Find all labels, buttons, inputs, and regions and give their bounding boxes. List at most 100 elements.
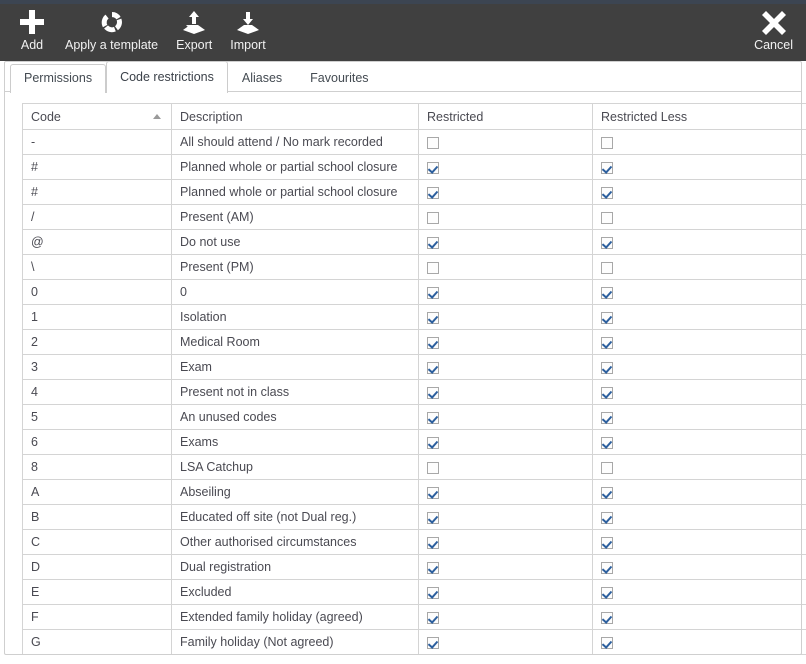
restricted-checkbox[interactable]: [427, 436, 439, 449]
restricted-checkbox[interactable]: [427, 386, 439, 399]
add-button[interactable]: Add: [8, 4, 56, 53]
restricted-checkbox[interactable]: [427, 261, 439, 274]
restricted-checkbox[interactable]: [427, 511, 439, 524]
cell-restricted-less-checkbox: [592, 504, 806, 530]
column-header-restricted-less[interactable]: Restricted Less: [592, 103, 806, 130]
restricted-less-checkbox[interactable]: [601, 361, 613, 374]
import-button[interactable]: Import: [221, 4, 274, 53]
restricted-checkbox[interactable]: [427, 161, 439, 174]
tab-code-restrictions[interactable]: Code restrictions: [106, 61, 228, 93]
table-row[interactable]: G Family holiday (Not agreed): [22, 629, 806, 655]
restricted-checkbox[interactable]: [427, 611, 439, 624]
apply-template-button[interactable]: Apply a template: [56, 4, 167, 53]
tab-permissions[interactable]: Permissions: [10, 64, 107, 93]
restricted-less-checkbox[interactable]: [601, 461, 613, 474]
tab-aliases[interactable]: Aliases: [228, 64, 296, 93]
cell-restricted-less-checkbox: [592, 429, 806, 455]
table-row[interactable]: A Abseiling: [22, 479, 806, 505]
restricted-checkbox[interactable]: [427, 461, 439, 474]
restricted-checkbox[interactable]: [427, 211, 439, 224]
restricted-less-checkbox[interactable]: [601, 486, 613, 499]
cell-restricted-checkbox: [418, 554, 593, 580]
table-row[interactable]: 1 Isolation: [22, 304, 806, 330]
restricted-less-checkbox[interactable]: [601, 386, 613, 399]
restricted-checkbox[interactable]: [427, 136, 439, 149]
restricted-less-checkbox[interactable]: [601, 136, 613, 149]
table-row[interactable]: 3 Exam: [22, 354, 806, 380]
table-row[interactable]: F Extended family holiday (agreed): [22, 604, 806, 630]
export-button[interactable]: Export: [167, 4, 221, 53]
restricted-checkbox[interactable]: [427, 636, 439, 649]
table-row[interactable]: - All should attend / No mark recorded: [22, 129, 806, 155]
restricted-checkbox[interactable]: [427, 486, 439, 499]
column-header-restricted[interactable]: Restricted: [418, 103, 593, 130]
table-row[interactable]: 2 Medical Room: [22, 329, 806, 355]
restricted-less-checkbox[interactable]: [601, 436, 613, 449]
column-header-code[interactable]: Code: [22, 103, 172, 130]
table-row[interactable]: 6 Exams: [22, 429, 806, 455]
cell-restricted-checkbox: [418, 154, 593, 180]
restricted-less-checkbox[interactable]: [601, 611, 613, 624]
table-row[interactable]: # Planned whole or partial school closure: [22, 154, 806, 180]
restricted-checkbox[interactable]: [427, 311, 439, 324]
column-header-description[interactable]: Description: [171, 103, 419, 130]
cell-code: G: [22, 629, 172, 655]
restricted-checkbox[interactable]: [427, 186, 439, 199]
cell-code: #: [22, 154, 172, 180]
restricted-checkbox[interactable]: [427, 411, 439, 424]
cell-description: Extended family holiday (agreed): [171, 604, 419, 630]
cell-restricted-less-checkbox: [592, 329, 806, 355]
restricted-less-checkbox[interactable]: [601, 286, 613, 299]
restricted-less-checkbox[interactable]: [601, 511, 613, 524]
table-row[interactable]: B Educated off site (not Dual reg.): [22, 504, 806, 530]
restricted-checkbox[interactable]: [427, 336, 439, 349]
restricted-less-checkbox[interactable]: [601, 536, 613, 549]
restricted-checkbox[interactable]: [427, 561, 439, 574]
restricted-less-checkbox[interactable]: [601, 336, 613, 349]
table-row[interactable]: # Planned whole or partial school closure: [22, 179, 806, 205]
tab-favourites-label: Favourites: [310, 71, 369, 85]
restricted-less-checkbox[interactable]: [601, 561, 613, 574]
cell-restricted-less-checkbox: [592, 629, 806, 655]
restricted-less-checkbox[interactable]: [601, 411, 613, 424]
template-refresh-icon: [98, 7, 126, 37]
restricted-less-checkbox[interactable]: [601, 211, 613, 224]
restricted-checkbox[interactable]: [427, 361, 439, 374]
restricted-less-checkbox[interactable]: [601, 586, 613, 599]
restricted-less-checkbox[interactable]: [601, 261, 613, 274]
cell-description: Excluded: [171, 579, 419, 605]
table-row[interactable]: 4 Present not in class: [22, 379, 806, 405]
restricted-checkbox[interactable]: [427, 586, 439, 599]
cell-restricted-less-checkbox: [592, 254, 806, 280]
cancel-button[interactable]: Cancel: [745, 4, 802, 53]
table-row[interactable]: 00: [22, 279, 806, 305]
table-row[interactable]: / Present (AM): [22, 204, 806, 230]
table-row[interactable]: C Other authorised circumstances: [22, 529, 806, 555]
table-row[interactable]: \ Present (PM): [22, 254, 806, 280]
table-row[interactable]: E Excluded: [22, 579, 806, 605]
export-up-arrow-icon: [180, 7, 208, 37]
table-row[interactable]: @ Do not use: [22, 229, 806, 255]
column-header-code-label: Code: [31, 109, 61, 124]
cell-description: Planned whole or partial school closure: [171, 179, 419, 205]
sort-ascending-icon: [153, 114, 161, 119]
cell-description: Abseiling: [171, 479, 419, 505]
restricted-less-checkbox[interactable]: [601, 311, 613, 324]
cell-restricted-checkbox: [418, 379, 593, 405]
restricted-less-checkbox[interactable]: [601, 636, 613, 649]
table-row[interactable]: 5 An unused codes: [22, 404, 806, 430]
cell-restricted-checkbox: [418, 179, 593, 205]
restricted-checkbox[interactable]: [427, 286, 439, 299]
restricted-checkbox[interactable]: [427, 536, 439, 549]
table-row[interactable]: D Dual registration: [22, 554, 806, 580]
restricted-less-checkbox[interactable]: [601, 161, 613, 174]
tab-code-restrictions-label: Code restrictions: [120, 70, 214, 84]
restricted-checkbox[interactable]: [427, 236, 439, 249]
restricted-less-checkbox[interactable]: [601, 236, 613, 249]
tab-favourites[interactable]: Favourites: [296, 64, 382, 93]
cell-restricted-less-checkbox: [592, 529, 806, 555]
cell-restricted-checkbox: [418, 479, 593, 505]
table-row[interactable]: 8 LSA Catchup: [22, 454, 806, 480]
restricted-less-checkbox[interactable]: [601, 186, 613, 199]
import-button-label: Import: [230, 38, 266, 52]
